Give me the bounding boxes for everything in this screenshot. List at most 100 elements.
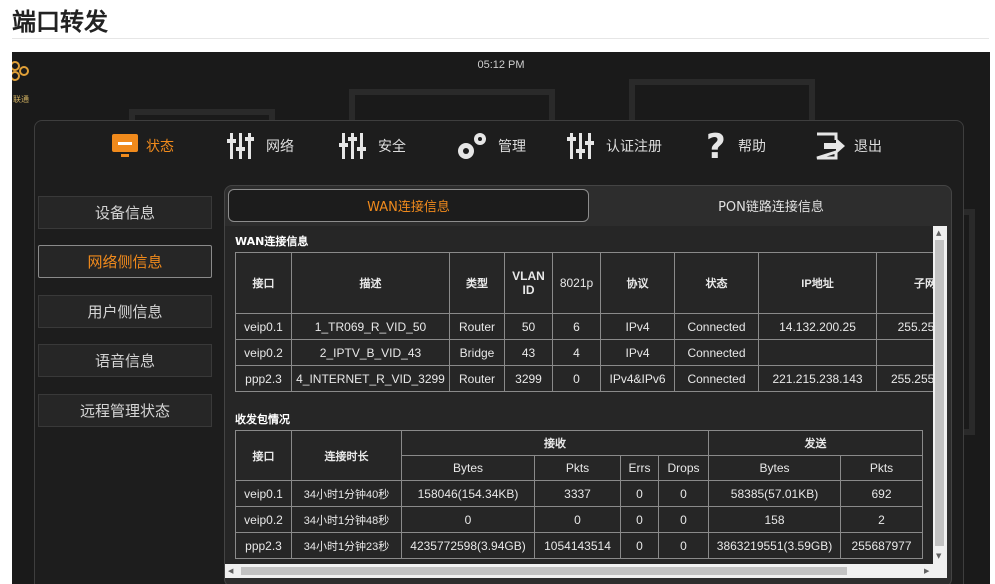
cell: 0: [620, 480, 659, 507]
traffic-section-title: 收发包情况: [235, 413, 290, 426]
cell: 43: [504, 339, 553, 366]
nav-item-status[interactable]: 状态: [110, 128, 174, 164]
cell: 158046(154.34KB): [401, 480, 535, 507]
column-header: 8021p: [552, 252, 601, 314]
wan-table: 接口 描述 类型 VLAN ID 8021p 协议 状态 IP地址 子网掩码 v…: [235, 252, 933, 392]
page-title: 端口转发: [12, 8, 108, 36]
scroll-right-arrow-icon[interactable]: ▶: [924, 567, 929, 575]
cell: 34小时1分钟40秒: [291, 480, 402, 507]
cell: 0: [552, 365, 601, 392]
sidebar-item-remote-mgmt[interactable]: 远程管理状态: [38, 394, 212, 427]
sidebar-item-user-info[interactable]: 用户侧信息: [38, 295, 212, 328]
cell: 0: [620, 506, 659, 533]
scroll-up-arrow-icon[interactable]: ▲: [936, 229, 941, 237]
logo-text: 联通: [13, 95, 29, 104]
column-header: Drops: [658, 455, 709, 481]
exit-icon: [816, 132, 845, 160]
cell: 50: [504, 313, 553, 340]
divider: [12, 38, 989, 39]
nav-label: 安全: [378, 139, 406, 155]
sidebar-item-device-info[interactable]: 设备信息: [38, 196, 212, 229]
column-header: VLAN ID: [504, 252, 553, 314]
column-header: 子网掩码: [876, 252, 933, 314]
cell: veip0.2: [235, 339, 292, 366]
table-header-row: 接口 描述 类型 VLAN ID 8021p 协议 状态 IP地址 子网掩码: [235, 252, 933, 314]
table-row: veip0.2 34小时1分钟48秒 0 0 0 0 158 2: [235, 506, 923, 533]
cell: 3299: [504, 365, 553, 392]
cell: Connected: [674, 313, 759, 340]
wan-section-title: WAN连接信息: [235, 235, 309, 248]
nav-item-help[interactable]: ? 帮助: [704, 128, 766, 164]
column-header: 发送: [708, 430, 923, 456]
cell: 221.215.238.143: [758, 365, 877, 392]
vertical-scroll-thumb[interactable]: [935, 240, 944, 546]
cell: 4: [552, 339, 601, 366]
cell: 0: [534, 506, 621, 533]
cell: 34小时1分钟48秒: [291, 506, 402, 533]
nav-label: 认证注册: [606, 139, 662, 155]
cell: veip0.2: [235, 506, 292, 533]
cell: 4235772598(3.94GB): [401, 532, 535, 559]
table-row: veip0.2 2_IPTV_B_VID_43 Bridge 43 4 IPv4…: [235, 339, 933, 366]
cell: Connected: [674, 339, 759, 366]
cell: 6: [552, 313, 601, 340]
cell: 692: [840, 480, 923, 507]
table-row: ppp2.3 34小时1分钟23秒 4235772598(3.94GB) 105…: [235, 532, 923, 559]
nav-label: 退出: [854, 139, 882, 155]
cell: 255.255.255.0: [876, 313, 933, 340]
top-nav: 状态 网络 安全 管理 认证注册 ? 帮助 退出: [96, 128, 976, 164]
table-row: veip0.1 34小时1分钟40秒 158046(154.34KB) 3337…: [235, 480, 923, 507]
cell: 0: [401, 506, 535, 533]
column-header: 协议: [600, 252, 675, 314]
cell: 58385(57.01KB): [708, 480, 841, 507]
nav-item-network[interactable]: 网络: [226, 128, 294, 164]
nav-label: 网络: [266, 139, 294, 155]
cell: 255687977: [840, 532, 923, 559]
table-row: veip0.1 1_TR069_R_VID_50 Router 50 6 IPv…: [235, 313, 933, 340]
horizontal-scroll-thumb[interactable]: [241, 567, 847, 575]
sidebar-item-network-info[interactable]: 网络侧信息: [38, 245, 212, 278]
sliders-icon: [227, 133, 254, 159]
cell: 1_TR069_R_VID_50: [291, 313, 450, 340]
nav-item-manage[interactable]: 管理: [454, 128, 526, 164]
column-header: 连接时长: [291, 430, 402, 481]
sliders-icon: [567, 133, 594, 159]
column-header: Pkts: [840, 455, 923, 481]
tab-wan-info[interactable]: WAN连接信息: [228, 189, 589, 222]
column-header: 接口: [235, 430, 292, 481]
cell: ppp2.3: [235, 532, 292, 559]
cell: Router: [449, 313, 505, 340]
question-icon: ?: [706, 130, 726, 162]
scroll-left-arrow-icon[interactable]: ◀: [228, 567, 233, 575]
cell: 3863219551(3.59GB): [708, 532, 841, 559]
cell: IPv4: [600, 313, 675, 340]
cell: Connected: [674, 365, 759, 392]
horizontal-scrollbar[interactable]: ◀ ▶: [225, 564, 947, 578]
column-header: Bytes: [401, 455, 535, 481]
nav-item-auth[interactable]: 认证注册: [566, 128, 662, 164]
traffic-table: 接口 连接时长 接收 发送 Bytes Pkts Errs Drops Byte…: [235, 430, 923, 559]
tab-pon-info[interactable]: PON链路连接信息: [595, 189, 947, 222]
column-header: Errs: [620, 455, 659, 481]
nav-item-logout[interactable]: 退出: [814, 128, 882, 164]
sliders-icon: [339, 133, 366, 159]
sidebar-item-voice-info[interactable]: 语音信息: [38, 344, 212, 377]
column-header: 状态: [674, 252, 759, 314]
cell: [876, 339, 933, 366]
column-header: 类型: [449, 252, 505, 314]
vertical-scrollbar[interactable]: ▲ ▼: [933, 226, 947, 564]
table-row: ppp2.3 4_INTERNET_R_VID_3299 Router 3299…: [235, 365, 933, 392]
cell: veip0.1: [235, 313, 292, 340]
cell: 3337: [534, 480, 621, 507]
scroll-area: WAN连接信息 接口 描述 类型 VLAN ID 8021p 协议 状态 IP地…: [225, 226, 933, 564]
cell: IPv4: [600, 339, 675, 366]
cell: 4_INTERNET_R_VID_3299: [291, 365, 450, 392]
column-header: 描述: [291, 252, 450, 314]
nav-label: 状态: [146, 139, 174, 155]
column-header: 接收: [401, 430, 709, 456]
cell: 14.132.200.25: [758, 313, 877, 340]
cell: [758, 339, 877, 366]
table-header-row: 接口 连接时长 接收 发送: [235, 430, 923, 481]
nav-item-security[interactable]: 安全: [338, 128, 406, 164]
scroll-down-arrow-icon[interactable]: ▼: [936, 552, 941, 560]
